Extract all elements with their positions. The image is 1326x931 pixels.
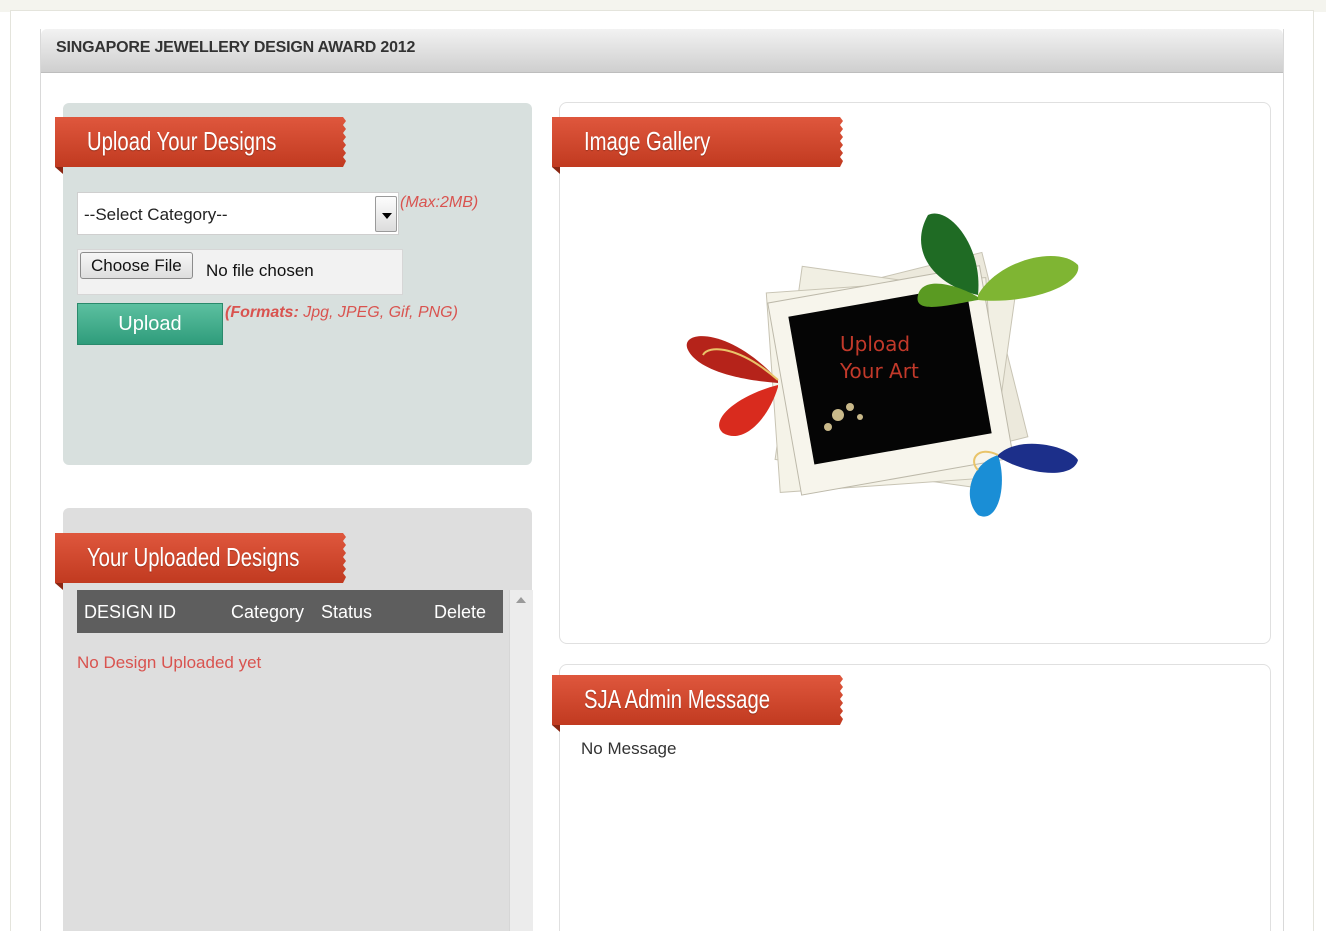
admin-message-text: No Message — [581, 739, 677, 758]
max-size-hint: (Max:2MB) — [400, 194, 479, 211]
formats-list: Jpg, JPEG, Gif, PNG) — [303, 304, 458, 321]
formats-label: (Formats: — [225, 304, 299, 321]
column-status: Status — [321, 602, 373, 622]
column-category: Category — [231, 602, 305, 622]
uploaded-designs-ribbon: Your Uploaded Designs — [55, 533, 350, 590]
page-title: SINGAPORE JEWELLERY DESIGN AWARD 2012 — [56, 39, 416, 56]
column-delete: Delete — [434, 602, 487, 622]
chevron-down-icon[interactable] — [375, 196, 397, 232]
choose-file-button[interactable]: Choose File — [80, 252, 193, 279]
butterfly-red-icon — [686, 336, 779, 437]
art-caption-line1: Upload — [840, 332, 910, 356]
category-select-value: --Select Category-- — [84, 205, 228, 224]
admin-message-ribbon: SJA Admin Message — [552, 675, 847, 732]
image-gallery-heading: Image Gallery — [584, 126, 711, 156]
upload-button[interactable]: Upload — [77, 303, 223, 345]
file-input[interactable]: Choose File No file chosen — [77, 249, 403, 295]
butterfly-green-icon — [917, 213, 1079, 307]
formats-hint: (Formats: Jpg, JPEG, Gif, PNG) — [225, 304, 458, 322]
file-status: No file chosen — [206, 261, 314, 280]
uploaded-designs-scrollbar[interactable] — [509, 590, 533, 931]
uploaded-designs-table-header: DESIGN ID Category Status Delete — [77, 590, 503, 633]
image-gallery-ribbon: Image Gallery — [552, 117, 847, 174]
column-design-id: DESIGN ID — [84, 602, 177, 622]
art-caption-line2: Your Art — [839, 359, 919, 383]
upload-designs-ribbon: Upload Your Designs — [55, 117, 350, 174]
uploaded-designs-heading: Your Uploaded Designs — [87, 542, 300, 572]
upload-designs-heading: Upload Your Designs — [87, 126, 277, 156]
category-select[interactable]: --Select Category-- — [77, 192, 399, 235]
upload-art-illustration: Upload Your Art — [686, 213, 1079, 517]
no-designs-message: No Design Uploaded yet — [77, 653, 262, 672]
scroll-up-icon[interactable] — [516, 597, 526, 603]
admin-message-heading: SJA Admin Message — [584, 684, 771, 714]
title-bar: SINGAPORE JEWELLERY DESIGN AWARD 2012 — [41, 29, 1283, 73]
